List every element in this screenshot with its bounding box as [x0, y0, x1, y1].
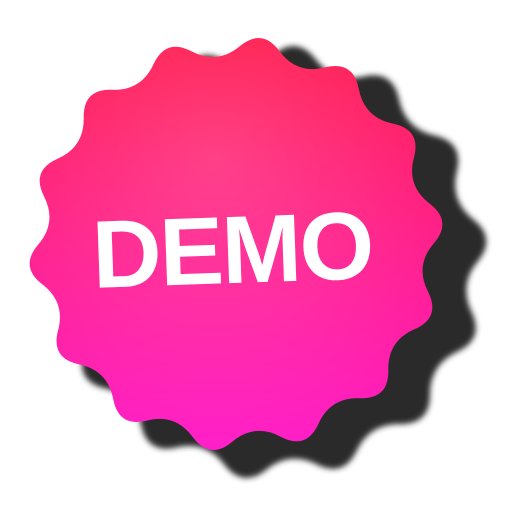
- badge-label: DEMO: [90, 192, 374, 309]
- app-icon-canvas: DEMO: [0, 0, 512, 512]
- demo-starburst-badge-icon: DEMO: [29, 38, 487, 478]
